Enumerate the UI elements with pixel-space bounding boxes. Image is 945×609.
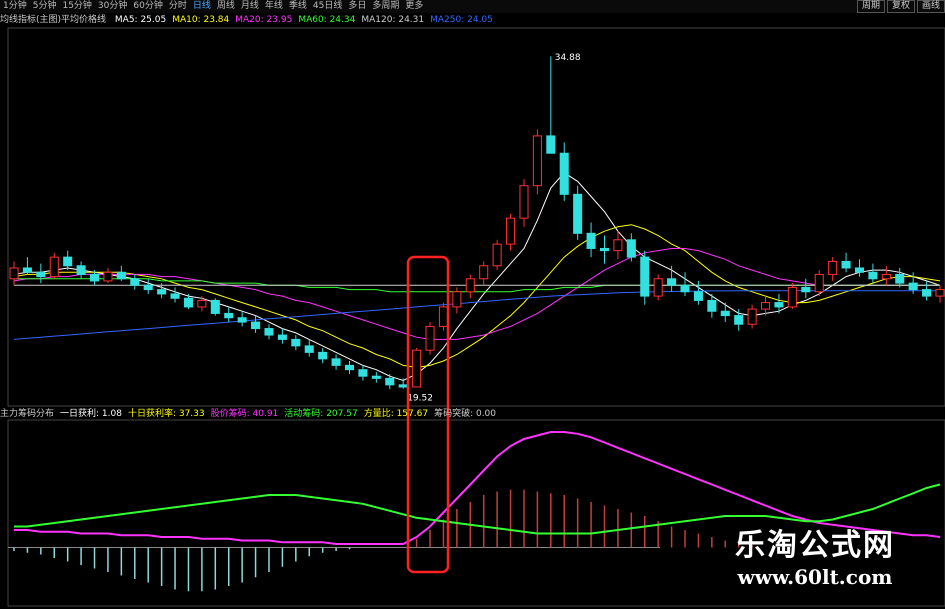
watermark-title: 乐淘公式网: [735, 528, 895, 563]
sub-legend-item-5: 方量比: 157.67: [363, 409, 429, 419]
sub-legend-item-1: 一日获利: 1.08: [60, 409, 122, 419]
sub-legend-item-4: 活动筹码: 207.57: [284, 409, 358, 419]
price-annotation: 34.88: [555, 53, 581, 63]
watermark: 乐淘公式网 www.60lt.com: [690, 528, 940, 590]
main-panel-frame: [7, 27, 945, 407]
price-annotation: 19.52: [407, 394, 433, 404]
candle: [412, 348, 422, 388]
stock-chart: 34.88 19.52: [7, 27, 945, 607]
sub-legend-item-6: 筹码突破: 0.00: [434, 409, 497, 419]
sub-legend-item-2: 十日获利率: 37.33: [127, 409, 205, 419]
candle: [653, 274, 663, 301]
sub-legend-item-0: 主力筹码分布: [0, 409, 55, 419]
candle: [425, 322, 435, 355]
watermark-url: www.60lt.com: [737, 565, 893, 589]
candle: [438, 302, 448, 331]
candle: [210, 298, 220, 316]
candle: [532, 129, 542, 195]
candle: [49, 252, 59, 279]
candle: [492, 239, 502, 271]
candle: [787, 283, 797, 310]
sub-legend: 主力筹码分布 一日获利: 1.08 十日获利率: 37.33 股价筹码: 40.91 活…: [0, 408, 945, 420]
candle: [814, 270, 824, 297]
sub-legend-item-3: 股价筹码: 40.91: [210, 409, 279, 419]
